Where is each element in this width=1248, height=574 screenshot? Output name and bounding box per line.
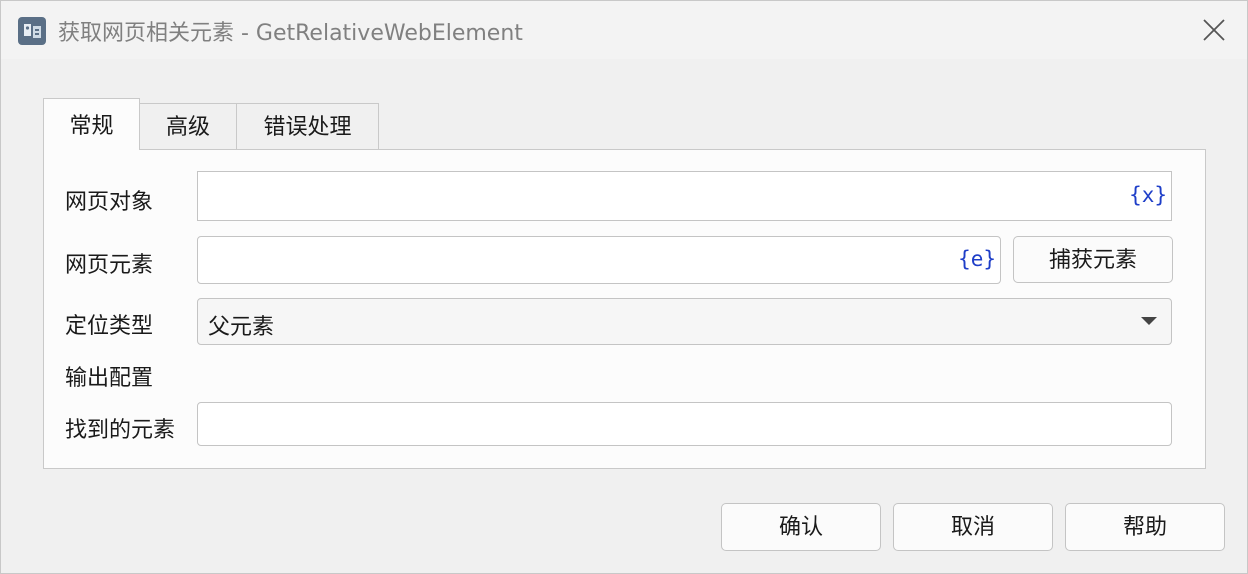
locate-type-select[interactable]: 父元素 xyxy=(197,298,1172,345)
cancel-button[interactable]: 取消 xyxy=(893,503,1053,551)
tab-general[interactable]: 常规 xyxy=(43,98,140,150)
close-button[interactable] xyxy=(1199,15,1229,45)
web-object-label: 网页对象 xyxy=(65,190,154,215)
output-config-heading: 输出配置 xyxy=(65,366,154,391)
dropdown-arrow-icon xyxy=(1141,317,1157,325)
variable-picker-button[interactable]: {x} xyxy=(1129,183,1167,207)
app-robot-icon xyxy=(18,17,46,45)
found-element-label: 找到的元素 xyxy=(65,418,176,443)
web-element-input[interactable]: {e} xyxy=(197,236,1001,284)
found-element-input[interactable] xyxy=(197,402,1172,446)
title-bar: 获取网页相关元素 - GetRelativeWebElement xyxy=(1,1,1247,59)
window-title: 获取网页相关元素 - GetRelativeWebElement xyxy=(58,21,523,46)
web-object-input[interactable]: {x} xyxy=(197,171,1172,221)
element-picker-button[interactable]: {e} xyxy=(958,247,996,271)
locate-type-value: 父元素 xyxy=(208,315,275,340)
tab-advanced[interactable]: 高级 xyxy=(139,103,237,149)
locate-type-label: 定位类型 xyxy=(65,314,154,339)
close-icon xyxy=(1203,19,1225,41)
confirm-button[interactable]: 确认 xyxy=(721,503,881,551)
dialog-window: 获取网页相关元素 - GetRelativeWebElement 常规 高级 错… xyxy=(0,0,1248,574)
help-button[interactable]: 帮助 xyxy=(1065,503,1225,551)
capture-element-button[interactable]: 捕获元素 xyxy=(1013,236,1173,283)
tab-error-handling[interactable]: 错误处理 xyxy=(236,103,379,149)
web-element-label: 网页元素 xyxy=(65,253,154,278)
